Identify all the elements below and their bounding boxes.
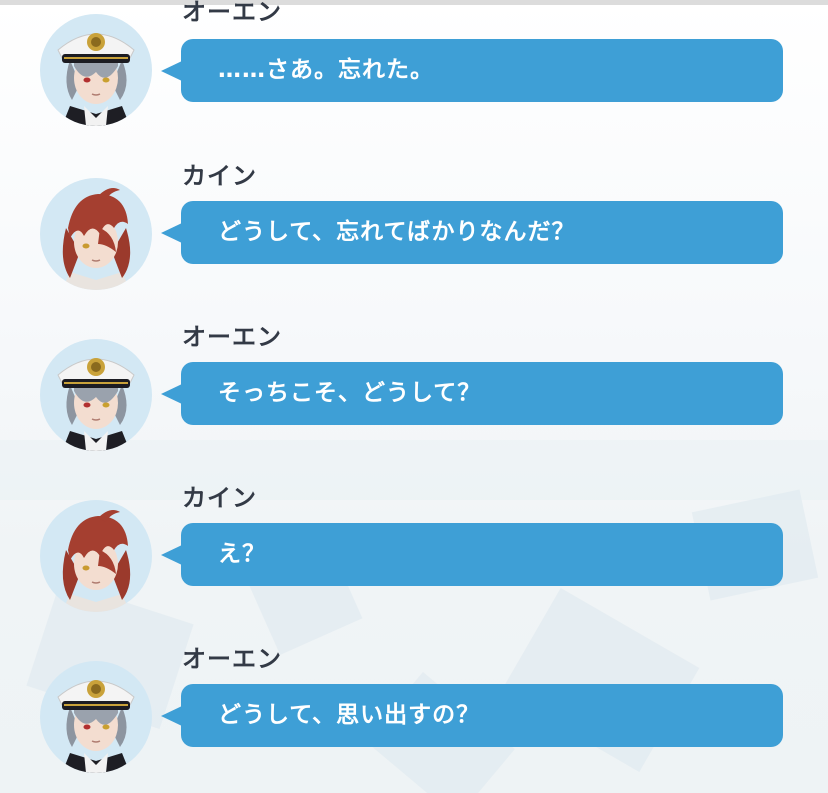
avatar-owen [40, 661, 152, 773]
speaker-name: カイン [182, 162, 257, 190]
dialogue-text: え？ [218, 541, 266, 567]
dialogue-bubble: そっちこそ、どうして？ [161, 362, 783, 425]
avatar-owen [40, 14, 152, 126]
dialogue-text: どうして、忘れてばかりなんだ？ [218, 219, 576, 245]
dialogue-text: そっちこそ、どうして？ [218, 380, 482, 406]
speaker-name: オーエン [182, 323, 282, 351]
dialogue-row: カイン え？ [0, 482, 828, 612]
speaker-name: カイン [182, 484, 257, 512]
avatar-cain [40, 500, 152, 612]
dialogue-text: どうして、思い出すの？ [218, 702, 481, 728]
dialogue-bubble: どうして、忘れてばかりなんだ？ [161, 201, 783, 264]
dialogue-bubble: ……さあ。忘れた。 [161, 39, 783, 102]
speaker-name: オーエン [182, 645, 282, 673]
avatar-cain [40, 178, 152, 290]
speaker-name: オーエン [182, 0, 282, 26]
dialogue-bubble: どうして、思い出すの？ [161, 684, 783, 747]
dialogue-row: オーエン どうして、思い出すの？ [0, 643, 828, 773]
dialogue-row: カイン どうして、忘れてばかりなんだ？ [0, 160, 828, 290]
dialogue-row: オーエン そっちこそ、どうして？ [0, 321, 828, 451]
avatar-owen [40, 339, 152, 451]
dialogue-text: ……さあ。忘れた。 [218, 57, 434, 83]
dialogue-row: オーエン ……さあ。忘れた。 [0, 0, 828, 126]
dialogue-bubble: え？ [161, 523, 783, 586]
